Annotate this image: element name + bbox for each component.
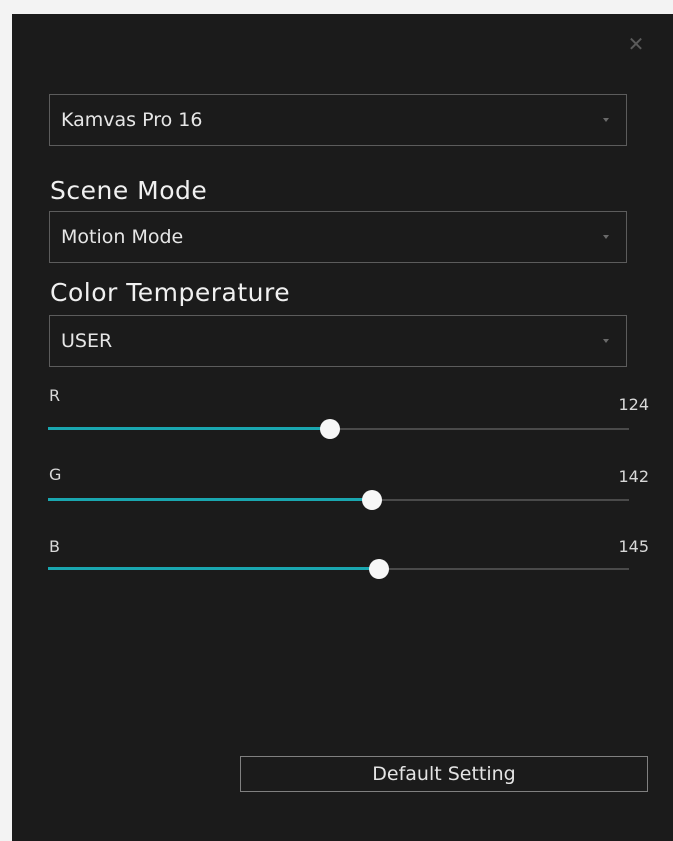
b-slider-fill — [48, 567, 379, 570]
device-select-value: Kamvas Pro 16 — [61, 109, 203, 131]
g-slider-fill — [48, 498, 372, 501]
scene-mode-select-value: Motion Mode — [61, 226, 184, 248]
b-slider-label: B — [49, 537, 60, 556]
color-temperature-label: Color Temperature — [50, 278, 291, 307]
display-settings-window: ✕ Kamvas Pro 16 Scene Mode Motion Mode C… — [12, 14, 673, 841]
color-temperature-select[interactable]: USER — [49, 315, 627, 367]
r-slider-value: 124 — [618, 395, 649, 414]
b-slider-thumb[interactable] — [368, 559, 389, 579]
b-slider-value: 145 — [618, 537, 649, 556]
g-slider-track[interactable] — [48, 490, 629, 510]
device-select[interactable]: Kamvas Pro 16 — [49, 94, 627, 146]
r-slider-fill — [48, 427, 331, 430]
scene-mode-label: Scene Mode — [50, 176, 208, 205]
default-setting-button[interactable]: Default Setting — [240, 756, 648, 792]
color-temperature-select-value: USER — [61, 330, 113, 352]
g-slider-thumb[interactable] — [361, 490, 382, 510]
chevron-down-icon — [603, 118, 609, 122]
chevron-down-icon — [603, 235, 609, 239]
r-slider-thumb[interactable] — [320, 419, 341, 439]
g-slider-value: 142 — [618, 467, 649, 486]
r-slider-label: R — [49, 386, 61, 405]
r-slider-track[interactable] — [48, 419, 629, 439]
g-slider-label: G — [49, 465, 62, 484]
chevron-down-icon — [603, 339, 609, 343]
close-icon[interactable]: ✕ — [624, 32, 648, 56]
scene-mode-select[interactable]: Motion Mode — [49, 211, 627, 263]
b-slider-track[interactable] — [48, 559, 629, 579]
